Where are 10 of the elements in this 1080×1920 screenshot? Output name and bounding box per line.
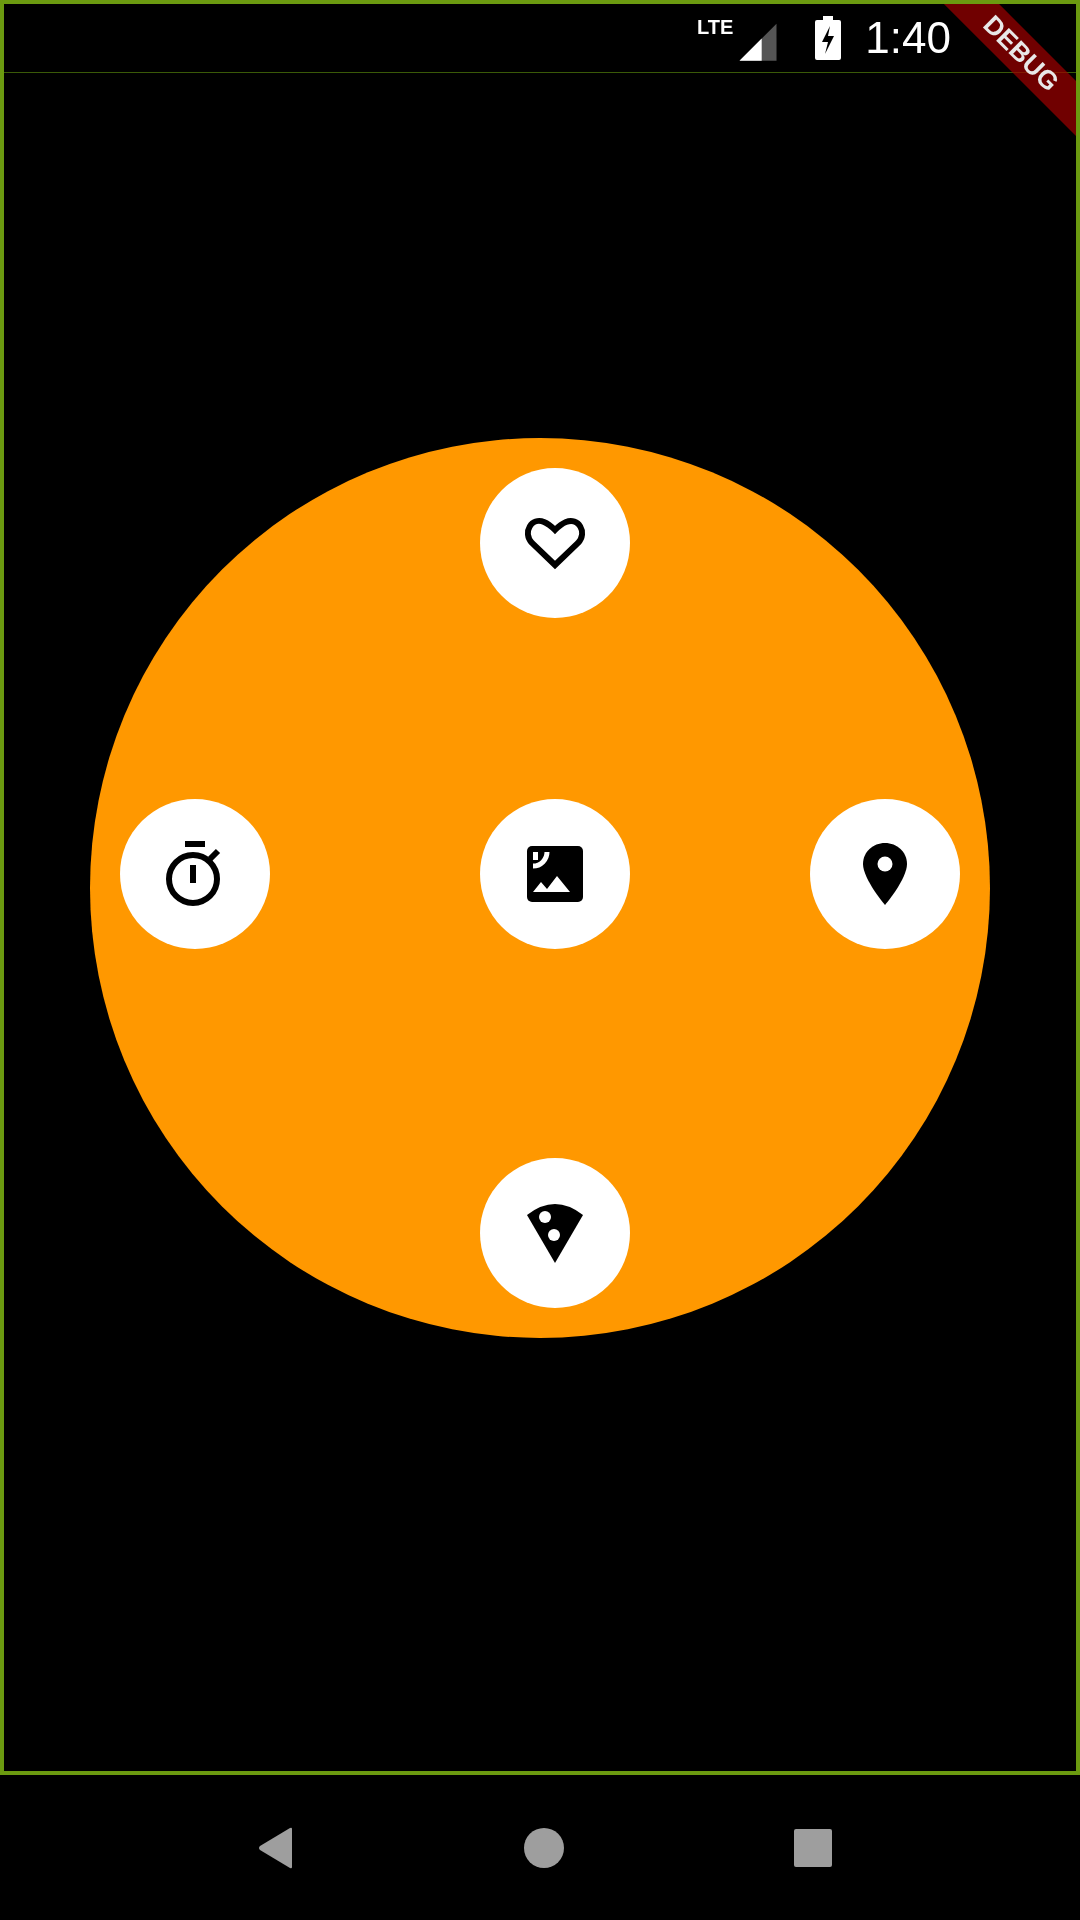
- image-icon: [527, 846, 583, 902]
- home-icon[interactable]: [524, 1827, 564, 1868]
- recents-icon[interactable]: [794, 1828, 832, 1867]
- heart-icon: [524, 515, 586, 571]
- clock: 1:40: [865, 13, 951, 63]
- pizza-slice-icon: [527, 1203, 583, 1263]
- battery-charging-icon: [815, 16, 842, 60]
- back-icon[interactable]: [258, 1826, 294, 1869]
- location-pin-icon: [863, 843, 907, 905]
- network-type: LTE: [697, 16, 734, 39]
